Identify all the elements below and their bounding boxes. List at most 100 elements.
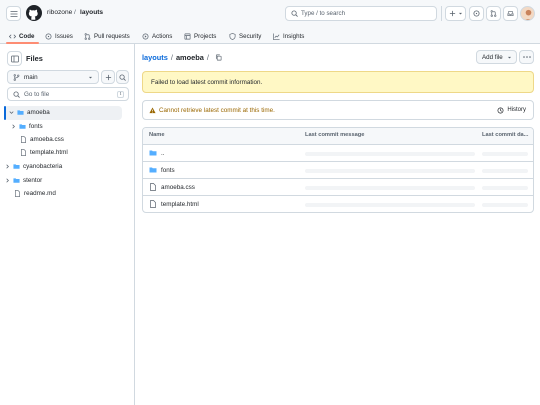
breadcrumb-separator-trailing: / [206,53,209,62]
commit-message-skeleton [305,152,475,156]
search-input[interactable]: Type / to search [285,6,437,21]
tab-code[interactable]: Code [9,28,34,44]
history-link[interactable]: History [497,107,526,114]
breadcrumb-separator: / [170,53,173,62]
issues-button[interactable] [469,6,484,21]
tree-item-cyanobacteria[interactable]: cyanobacteria [4,160,62,173]
code-icon [9,33,16,39]
folder-icon [19,124,26,129]
git-pull-request-icon [84,32,91,40]
go-to-file-input[interactable]: Go to file t [7,87,129,101]
search-icon [291,10,298,17]
file-icon [150,183,156,191]
tab-insights[interactable]: Insights [273,28,304,44]
folder-icon [13,178,20,183]
file-icon [21,136,26,143]
table-icon [184,33,191,39]
git-branch-icon [13,73,20,81]
chevron-right-icon [6,164,9,169]
copy-icon[interactable] [215,54,222,61]
file-icon [150,200,156,208]
search-files-button[interactable] [116,70,129,84]
column-header-name: Name [149,132,165,138]
row-name: fonts [161,166,175,174]
github-logo-icon[interactable] [26,5,42,21]
add-file-button[interactable]: Add file [476,50,517,64]
search-icon [119,73,126,81]
folder-icon [13,164,20,169]
tab-actions-label: Actions [152,32,173,40]
repo-owner-link[interactable]: ribozone [47,9,72,16]
global-header: ribozone / layouts Type / to search [0,0,540,28]
tree-item-label: readme.md [24,190,56,197]
go-to-file-placeholder: Go to file [24,90,50,98]
tab-pull-requests-label: Pull requests [94,32,130,40]
header-divider [441,6,442,21]
triangle-down-icon [88,76,93,78]
row-name: template.html [161,200,199,208]
search-placeholder: Type / to search [301,10,346,17]
issue-opened-icon [473,10,480,17]
latest-commit-box: Cannot retrieve latest commit at this ti… [142,100,534,120]
sidebar-expand-icon [10,55,19,62]
tree-item-amoeba[interactable]: amoeba [8,106,50,119]
tree-item-label: amoeba.css [30,136,64,143]
play-icon [142,33,149,39]
tree-item-template-html[interactable]: template.html [20,146,68,159]
create-new-button[interactable] [445,6,466,21]
commit-date-skeleton [482,203,528,207]
branch-select[interactable]: main [7,70,99,84]
chevron-right-icon [6,178,9,183]
plus-icon [449,10,455,17]
breadcrumb-repo-link[interactable]: layouts [142,53,168,62]
tab-security[interactable]: Security [229,28,261,44]
chevron-right-icon [12,124,15,129]
more-options-button[interactable] [519,50,534,64]
tree-item-stentor[interactable]: stentor [4,174,42,187]
tree-item-readme[interactable]: readme.md [14,187,56,200]
commit-date-skeleton [482,152,528,156]
commit-date-skeleton [482,186,528,190]
breadcrumb: layouts / amoeba / [142,53,222,62]
column-header-commit-date: Last commit da... [482,132,529,138]
menu-button[interactable] [6,6,21,21]
git-pull-request-icon [490,10,497,17]
add-file-label: Add file [482,53,503,61]
row-name: amoeba.css [161,183,195,191]
chevron-down-icon [9,111,14,114]
tree-item-label: stentor [23,177,43,184]
repo-name-link[interactable]: layouts [80,9,103,16]
collapse-sidebar-button[interactable] [7,51,22,66]
file-icon [21,149,26,156]
tree-item-fonts[interactable]: fonts [10,120,43,133]
triangle-down-icon [507,56,512,58]
branch-name: main [24,73,38,81]
commit-date-skeleton [482,169,528,173]
tab-projects[interactable]: Projects [184,28,216,44]
tab-pull-requests[interactable]: Pull requests [84,28,130,44]
selected-item-bar [4,106,6,120]
folder-icon [149,167,157,173]
repo-nav [0,28,540,44]
tree-item-amoeba-css[interactable]: amoeba.css [20,133,64,146]
breadcrumb-current-dir: amoeba [175,53,204,62]
warning-text: Cannot retrieve latest commit at this ti… [159,106,275,114]
alert-icon [149,106,156,113]
avatar[interactable] [520,6,535,21]
pull-requests-button[interactable] [486,6,501,21]
tree-item-label: template.html [30,149,68,156]
sidebar-title: Files [26,54,43,63]
folder-icon [17,110,24,115]
graph-icon [273,32,280,40]
inbox-button[interactable] [503,6,518,21]
tab-issues-label: Issues [55,32,73,40]
commit-message-skeleton [305,186,475,190]
issue-opened-icon [45,33,52,39]
tab-insights-label: Insights [283,32,305,40]
tree-item-label: cyanobacteria [23,163,63,170]
tab-actions[interactable]: Actions [142,28,172,44]
tab-issues[interactable]: Issues [45,28,73,44]
tree-item-label: amoeba [27,109,50,116]
folder-icon [149,150,157,156]
add-file-tree-button[interactable] [101,70,115,84]
